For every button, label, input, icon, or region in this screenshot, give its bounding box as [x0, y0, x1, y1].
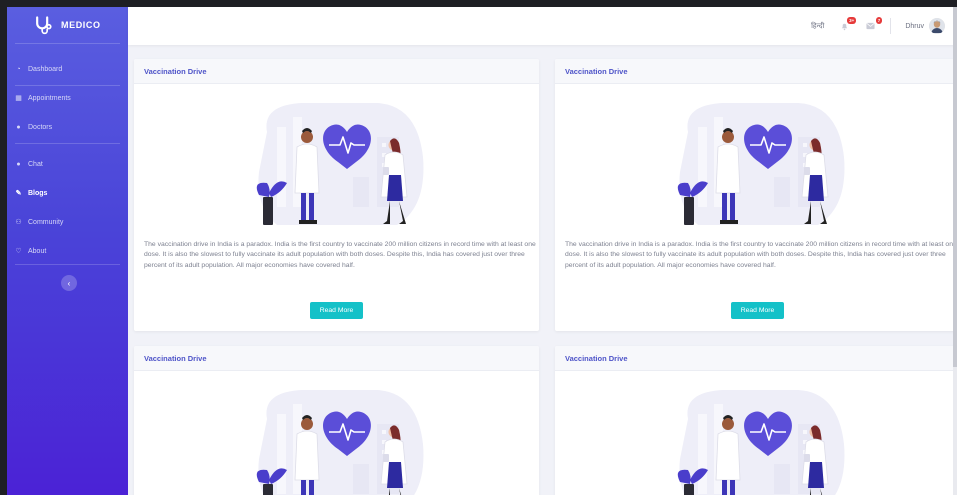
read-more-button[interactable]: Read More: [731, 302, 784, 319]
sidebar-item-chat[interactable]: ● Chat: [7, 157, 128, 171]
sidebar-item-label: Blogs: [28, 189, 48, 197]
sidebar-divider: [15, 85, 120, 86]
blog-card: Vaccination Drive: [134, 346, 539, 495]
doctors-illustration: [256, 103, 424, 225]
community-icon: ⚇: [15, 219, 22, 226]
topbar-divider: [890, 18, 892, 34]
about-icon: ♡: [15, 248, 22, 255]
sidebar-toggle-button[interactable]: ‹: [61, 275, 77, 291]
card-illustration: [247, 384, 428, 495]
avatar: [929, 18, 945, 34]
dashboard-icon: ◔: [16, 65, 21, 73]
sidebar-item-label: Dashboard: [28, 65, 63, 73]
page-scrollbar[interactable]: [953, 7, 957, 495]
user-menu[interactable]: Dhruv: [905, 18, 945, 34]
card-illustration: [668, 97, 849, 231]
doctors-illustration: [677, 390, 845, 495]
sidebar-item-label: Doctors: [28, 123, 53, 131]
alerts-button[interactable]: 3+: [838, 17, 857, 32]
chat-icon: ●: [16, 160, 21, 168]
card-excerpt: The vaccination drive in India is a para…: [144, 241, 536, 269]
blog-card: Vaccination Drive The vaccination drive …: [134, 59, 539, 331]
doctor-icon: ●: [16, 123, 21, 131]
sidebar-item-about[interactable]: ♡ About: [7, 244, 128, 258]
card-excerpt: The vaccination drive in India is a para…: [565, 241, 957, 269]
alerts-badge: 3+: [847, 17, 857, 24]
card-title[interactable]: Vaccination Drive: [134, 346, 539, 371]
sidebar-item-community[interactable]: ⚇ Community: [7, 215, 128, 229]
brand-name: MEDICO: [61, 20, 101, 30]
messages-badge: 7: [875, 17, 883, 24]
sidebar-item-appointments[interactable]: ▦ Appointments: [7, 91, 128, 105]
language-switcher[interactable]: हिन्दी: [811, 22, 824, 31]
topbar: हिन्दी 3+ 7 Dhruv: [128, 7, 957, 45]
app-frame: MEDICO ◔ Dashboard ▦ Appointments ● Doct…: [7, 7, 957, 495]
sidebar-divider: [15, 264, 120, 265]
topbar-actions: हिन्दी 3+ 7 Dhruv: [811, 7, 945, 45]
main-content: हिन्दी 3+ 7 Dhruv Vaccination Drive The …: [128, 7, 957, 495]
card-title[interactable]: Vaccination Drive: [134, 59, 539, 84]
read-more-button[interactable]: Read More: [310, 302, 363, 319]
sidebar-item-label: Chat: [28, 160, 43, 168]
user-name: Dhruv: [905, 22, 924, 30]
card-illustration: [247, 97, 428, 231]
chevron-left-icon: ‹: [67, 278, 71, 288]
sidebar-divider: [15, 143, 120, 144]
card-title[interactable]: Vaccination Drive: [555, 346, 957, 371]
blog-icon: ✎: [15, 190, 22, 197]
brand-logo[interactable]: MEDICO: [15, 7, 120, 44]
card-title[interactable]: Vaccination Drive: [555, 59, 957, 84]
sidebar-item-label: Community: [28, 218, 64, 226]
messages-button[interactable]: 7: [864, 17, 883, 32]
stethoscope-icon: [36, 16, 52, 35]
sidebar-item-dashboard[interactable]: ◔ Dashboard: [7, 62, 128, 76]
calendar-icon: ▦: [15, 95, 22, 102]
sidebar-item-doctors[interactable]: ● Doctors: [7, 120, 128, 134]
sidebar-item-label: Appointments: [28, 94, 71, 102]
doctors-illustration: [677, 103, 845, 225]
sidebar-item-label: About: [28, 247, 47, 255]
sidebar-item-blogs[interactable]: ✎ Blogs: [7, 186, 128, 200]
doctors-illustration: [256, 390, 424, 495]
blog-card: Vaccination Drive The vaccination drive …: [555, 59, 957, 331]
blog-card: Vaccination Drive: [555, 346, 957, 495]
sidebar: MEDICO ◔ Dashboard ▦ Appointments ● Doct…: [7, 7, 128, 495]
card-illustration: [668, 384, 849, 495]
scrollbar-thumb[interactable]: [953, 7, 957, 367]
envelope-icon: [866, 22, 875, 30]
